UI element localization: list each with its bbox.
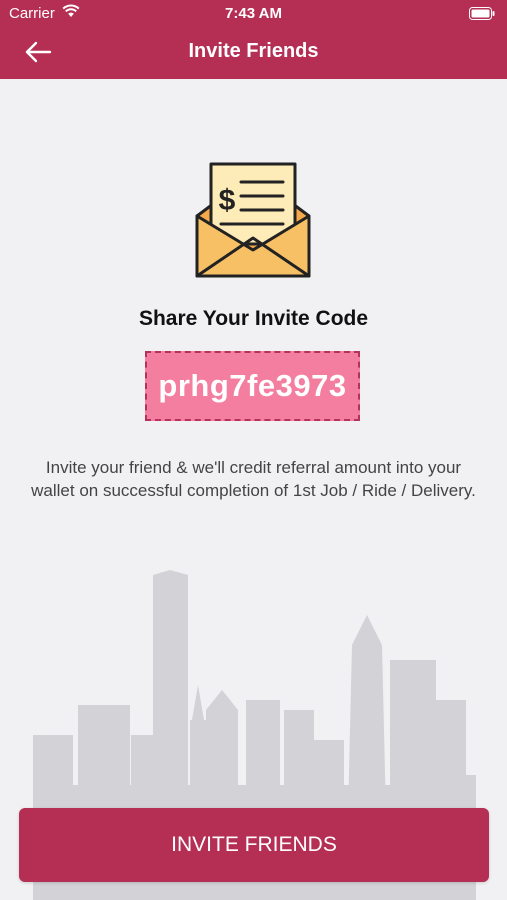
- dollar-symbol: $: [219, 184, 236, 217]
- invite-code: prhg7fe3973: [158, 368, 347, 403]
- share-invite-heading: Share Your Invite Code: [138, 307, 369, 330]
- invite-code-box[interactable]: prhg7fe3973: [145, 351, 360, 421]
- page-title: Invite Friends: [188, 40, 319, 62]
- invite-description: Invite your friend & we'll credit referr…: [31, 458, 476, 500]
- battery-icon: [469, 7, 495, 20]
- status-bar: Carrier 7:43 AM: [0, 0, 507, 28]
- status-time: 7:43 AM: [225, 5, 282, 22]
- header-bar: Carrier 7:43 AM Invite Friends: [0, 0, 507, 79]
- invite-friends-button[interactable]: INVITE FRIENDS: [19, 808, 489, 882]
- envelope-invoice-icon: $: [195, 162, 311, 278]
